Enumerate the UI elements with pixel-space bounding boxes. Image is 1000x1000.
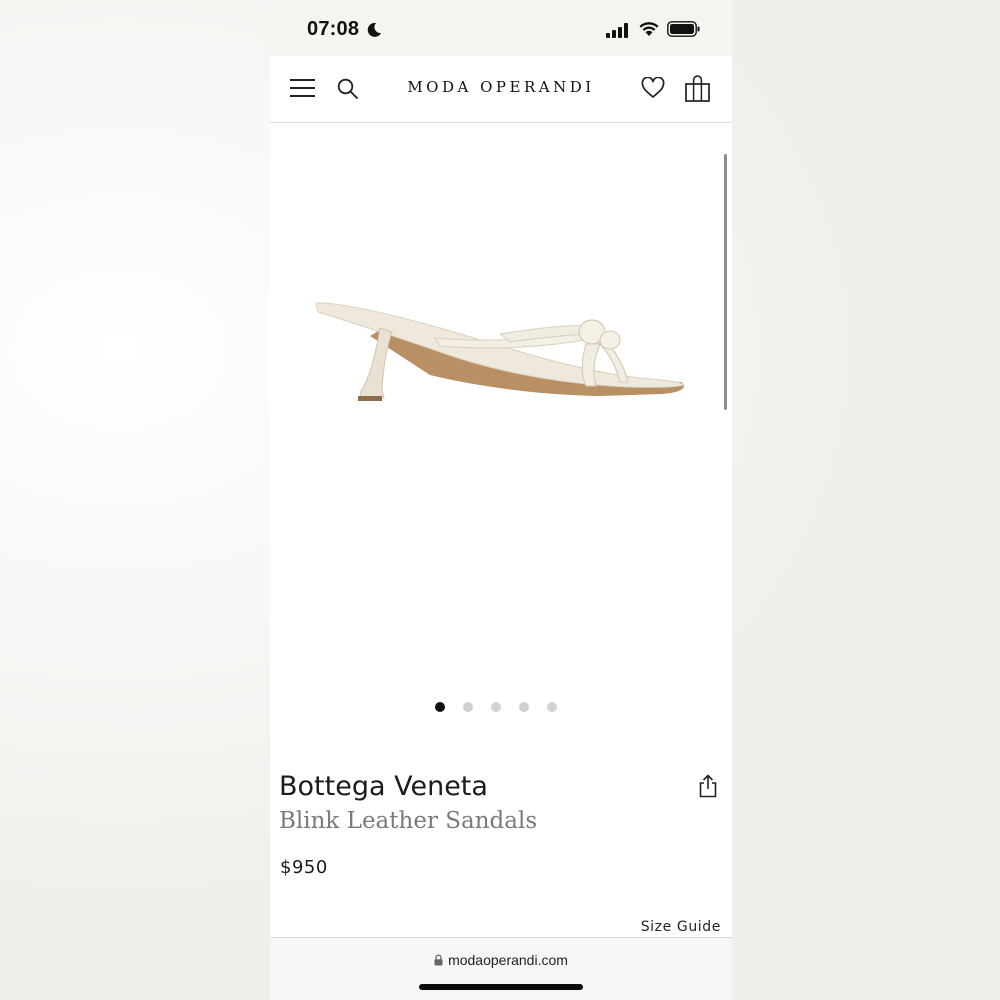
status-bar: 07:08 [270,0,732,56]
url-bar[interactable]: modaoperandi.com [270,952,732,968]
product-gallery[interactable] [270,123,732,723]
signal-icon [606,23,628,38]
wifi-icon [639,22,659,36]
battery-icon [667,21,700,37]
size-guide-link[interactable]: Size Guide [641,919,721,935]
search-icon[interactable] [337,78,359,100]
sandal-image [315,302,685,401]
bag-icon[interactable] [684,75,712,103]
url-text: modaoperandi.com [448,952,568,968]
pagination-dot-5[interactable] [547,702,557,712]
pagination-dot-1[interactable] [435,702,445,712]
pagination-dot-2[interactable] [463,702,473,712]
product-price: $950 [280,857,328,878]
designer-name[interactable]: Bottega Veneta [279,771,488,802]
brand-logo[interactable]: MODA OPERANDI [390,78,612,96]
menu-icon[interactable] [290,77,316,99]
pagination-dot-4[interactable] [519,702,529,712]
moon-icon [367,22,381,37]
browser-bottom-bar: modaoperandi.com [270,937,732,1000]
home-indicator[interactable] [419,984,583,990]
share-icon[interactable] [698,774,718,798]
lock-icon [434,954,443,966]
status-time: 07:08 [307,18,360,40]
pagination-dot-3[interactable] [491,702,501,712]
phone-screen: 07:08 MODA OPERANDI Bottega Veneta Blink… [270,0,732,1000]
gallery-pagination [435,702,557,712]
heart-icon[interactable] [641,77,665,99]
product-name: Blink Leather Sandals [279,808,538,834]
site-header: MODA OPERANDI [270,56,732,123]
gallery-scrollbar[interactable] [724,154,727,410]
